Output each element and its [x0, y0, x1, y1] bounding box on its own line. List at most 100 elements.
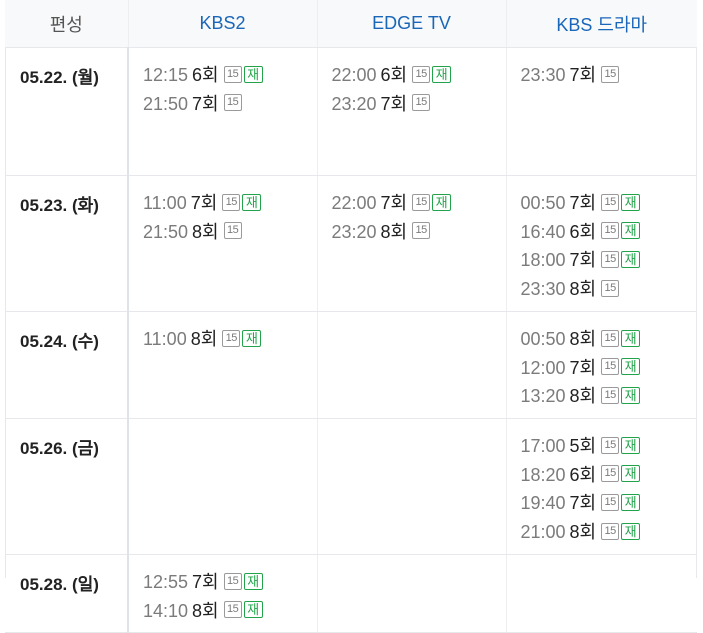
age-rating-badge: 15: [412, 193, 431, 211]
schedule-cell-kbs-drama: [505, 554, 697, 633]
broadcast-date: 05.22. (월): [5, 47, 129, 176]
airing-slot[interactable]: 11:00 8회 15 재: [143, 325, 317, 354]
age-rating-badge: 15: [223, 65, 242, 83]
airing-slot[interactable]: 23:30 8회 15: [521, 275, 698, 304]
airing-slot[interactable]: 21:50 7회 15: [143, 90, 317, 119]
age-rating-badge: 15: [601, 522, 620, 540]
age-rating-badge: 15: [601, 251, 620, 269]
broadcast-date: 05.24. (수): [5, 311, 129, 419]
airing-slot[interactable]: 19:40 7회 15 재: [521, 489, 698, 518]
rerun-badge: 재: [242, 193, 262, 211]
airing-time: 21:50: [143, 221, 189, 242]
rerun-badge: 재: [621, 329, 641, 347]
schedule-row: 05.26. (금) 17:00 5회 15 재 18:20 6회 15 재 19:40 7회 15 재…: [5, 418, 698, 555]
episode-number: 6회: [569, 464, 597, 485]
airing-slot[interactable]: 23:30 7회 15: [521, 61, 698, 90]
schedule-cell-kbs2: [127, 418, 317, 555]
episode-number: 7회: [569, 357, 597, 378]
schedule-cell-kbs2: 11:00 8회 15 재: [127, 311, 317, 419]
age-rating-badge: 15: [223, 94, 242, 112]
age-rating-badge: 15: [601, 222, 620, 240]
rerun-badge: 재: [621, 358, 641, 376]
airing-time: 18:00: [520, 250, 566, 271]
age-rating-badge: 15: [222, 329, 241, 347]
airing-slot[interactable]: 12:00 7회 15 재: [521, 354, 698, 383]
episode-number: 7회: [569, 193, 597, 213]
episode-number: 7회: [569, 65, 597, 85]
airing-time: 17:00: [520, 436, 566, 456]
airing-slot[interactable]: 23:20 8회 15: [332, 218, 506, 247]
airing-time: 22:00: [331, 193, 377, 213]
episode-number: 7회: [380, 93, 408, 114]
airing-time: 22:00: [331, 65, 377, 85]
schedule-cell-kbs-drama: 17:00 5회 15 재 18:20 6회 15 재 19:40 7회 15 재 21:00 8회 15 재: [505, 418, 698, 555]
schedule-row: 05.22. (월) 12:15 6회 15 재 21:50 7회 15 22:00 6회 15 재 2…: [5, 47, 698, 176]
airing-time: 11:00: [143, 329, 187, 349]
airing-slot[interactable]: 00:50 8회 15 재: [521, 325, 698, 354]
channel-header-kbs2[interactable]: KBS2: [127, 0, 317, 48]
airing-slot[interactable]: 16:40 6회 15 재: [521, 218, 698, 247]
episode-number: 6회: [569, 221, 597, 242]
airing-slot[interactable]: 22:00 6회 15 재: [332, 61, 506, 90]
rerun-badge: 재: [243, 65, 263, 83]
episode-number: 7회: [192, 572, 219, 592]
schedule-cell-edge-tv: 22:00 6회 15 재 23:20 7회 15: [316, 47, 506, 176]
schedule-cell-edge-tv: [316, 418, 506, 555]
age-rating-badge: 15: [601, 193, 620, 211]
schedule-cell-kbs-drama: 00:50 7회 15 재 16:40 6회 15 재 18:00 7회 15 재 23:30 8회 15: [505, 175, 698, 312]
rerun-badge: 재: [621, 193, 641, 211]
airing-time: 14:10: [143, 600, 189, 621]
airing-time: 23:30: [520, 65, 566, 85]
airing-slot[interactable]: 00:50 7회 15 재: [521, 189, 698, 218]
age-rating-badge: 15: [601, 494, 620, 512]
episode-number: 6회: [192, 65, 219, 85]
airing-slot[interactable]: 17:00 5회 15 재: [521, 432, 698, 461]
episode-number: 8회: [569, 279, 597, 300]
airing-slot[interactable]: 12:15 6회 15 재: [143, 61, 317, 90]
schedule-cell-edge-tv: 22:00 7회 15 재 23:20 8회 15: [316, 175, 506, 312]
airing-time: 23:30: [520, 279, 566, 300]
age-rating-badge: 15: [412, 222, 431, 240]
airing-time: 23:20: [331, 221, 377, 242]
airing-slot[interactable]: 14:10 8회 15 재: [143, 597, 317, 626]
airing-slot[interactable]: 13:20 8회 15 재: [521, 382, 698, 411]
episode-number: 7회: [192, 93, 219, 114]
episode-number: 6회: [380, 65, 408, 85]
episode-number: 7회: [190, 193, 218, 213]
broadcast-date: 05.28. (일): [5, 554, 129, 633]
age-rating-badge: 15: [223, 222, 242, 240]
airing-time: 13:20: [520, 386, 566, 407]
airing-slot[interactable]: 12:55 7회 15 재: [143, 568, 317, 597]
airing-time: 18:20: [520, 464, 566, 485]
table-header-row: 편성 KBS2 EDGE TV KBS 드라마: [5, 0, 697, 48]
age-rating-badge: 15: [601, 465, 620, 483]
age-rating-badge: 15: [601, 387, 620, 405]
airing-slot[interactable]: 18:00 7회 15 재: [521, 246, 698, 275]
airing-slot[interactable]: 21:00 8회 15 재: [521, 518, 698, 547]
airing-slot[interactable]: 11:00 7회 15 재: [143, 189, 317, 218]
schedule-header-label: 편성: [5, 0, 128, 48]
age-rating-badge: 15: [412, 65, 431, 83]
age-rating-badge: 15: [601, 436, 620, 454]
airing-time: 21:50: [143, 93, 189, 114]
channel-header-edge-tv[interactable]: EDGE TV: [316, 0, 506, 48]
airing-time: 21:00: [520, 522, 566, 543]
schedule-cell-edge-tv: [316, 311, 506, 419]
airing-slot[interactable]: 22:00 7회 15 재: [332, 189, 506, 218]
age-rating-badge: 15: [601, 65, 620, 83]
episode-number: 8회: [569, 522, 597, 543]
airing-time: 16:40: [520, 221, 566, 242]
rerun-badge: 재: [432, 193, 452, 211]
airing-time: 23:20: [331, 93, 377, 114]
broadcast-schedule-table: 편성 KBS2 EDGE TV KBS 드라마 05.22. (월) 12:15 6…: [5, 0, 697, 633]
schedule-cell-kbs2: 12:15 6회 15 재 21:50 7회 15: [127, 47, 317, 176]
episode-number: 7회: [569, 493, 597, 514]
channel-header-kbs-drama[interactable]: KBS 드라마: [505, 0, 697, 48]
episode-number: 7회: [569, 250, 597, 271]
airing-slot[interactable]: 18:20 6회 15 재: [521, 461, 698, 490]
rerun-badge: 재: [243, 601, 263, 619]
airing-slot[interactable]: 23:20 7회 15: [332, 90, 506, 119]
airing-time: 00:50: [520, 329, 566, 349]
rerun-badge: 재: [621, 436, 641, 454]
airing-slot[interactable]: 21:50 8회 15: [143, 218, 317, 247]
